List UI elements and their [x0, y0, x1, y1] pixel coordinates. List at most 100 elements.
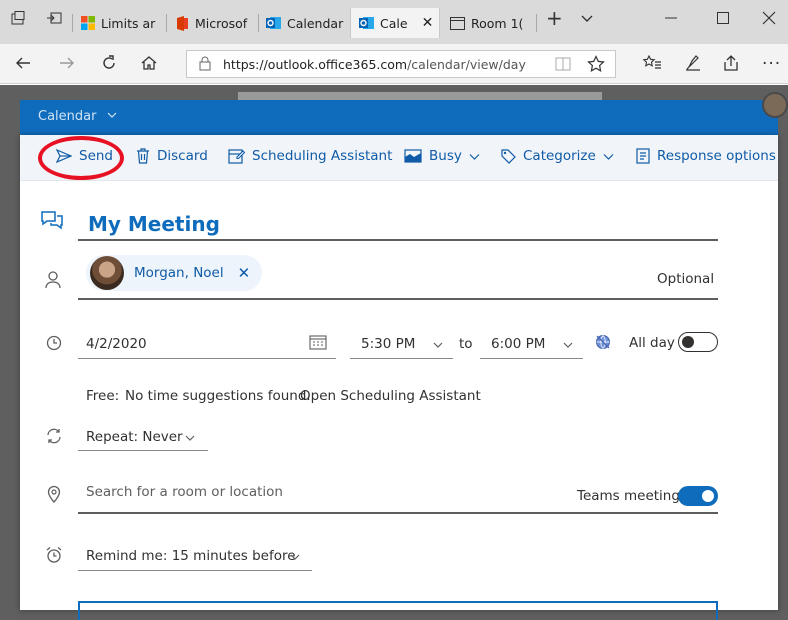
app-title[interactable]: Calendar	[38, 109, 117, 124]
to-label: to	[459, 336, 473, 352]
maximize-icon[interactable]	[716, 10, 730, 29]
new-event-dialog: Send Discard Scheduling Assistant Busy C…	[20, 135, 778, 610]
reminder-dropdown[interactable]: Remind me: 15 minutes before	[86, 548, 296, 564]
backdrop-stripe	[238, 92, 602, 100]
page-icon	[450, 16, 465, 31]
share-icon[interactable]	[722, 54, 740, 77]
refresh-icon[interactable]	[100, 54, 118, 77]
repeat-underline	[78, 450, 208, 451]
address-bar[interactable]: https://outlook.office365.com/calendar/v…	[186, 50, 616, 78]
event-body-editor[interactable]	[78, 601, 718, 620]
reading-view-icon[interactable]	[555, 57, 571, 75]
browser-tab-strip: Limits ar Microsof Calendar Cale ✕ Room …	[0, 0, 788, 44]
tab-label: Room 1(	[471, 15, 524, 31]
start-time-underline	[350, 358, 453, 359]
end-time-dropdown[interactable]: 6:00 PM	[491, 336, 545, 352]
reminder-underline	[78, 570, 312, 571]
app-header: Calendar	[20, 100, 778, 135]
tab-limits[interactable]: Limits ar	[80, 8, 164, 38]
send-label: Send	[79, 148, 114, 164]
attendee-avatar	[90, 256, 124, 290]
tag-icon	[501, 149, 516, 164]
repeat-icon	[45, 428, 63, 448]
favorite-star-icon[interactable]	[587, 55, 605, 77]
microsoft-logo-icon	[80, 16, 95, 31]
event-title-input[interactable]: My Meeting	[88, 212, 220, 236]
open-scheduling-assistant-link[interactable]: Open Scheduling Assistant	[300, 388, 481, 404]
all-day-label: All day	[629, 335, 675, 351]
tab-label: Cale	[380, 15, 408, 31]
outlook-logo-icon	[359, 16, 374, 31]
tab-list-chevron-icon[interactable]	[580, 10, 594, 29]
home-icon[interactable]	[140, 54, 158, 77]
remove-attendee-icon[interactable]: ✕	[238, 264, 251, 282]
chat-bubbles-icon	[40, 210, 64, 234]
clock-icon	[46, 335, 62, 355]
browser-nav-bar: https://outlook.office365.com/calendar/v…	[0, 44, 788, 84]
lock-icon	[199, 56, 211, 75]
title-underline	[78, 239, 718, 241]
send-button[interactable]: Send	[56, 148, 113, 164]
new-tab-button[interactable]: +	[546, 6, 563, 30]
end-time-underline	[480, 358, 583, 359]
discard-label: Discard	[157, 148, 208, 164]
chevron-down-icon	[290, 554, 300, 560]
tab-actions-icon[interactable]	[10, 10, 26, 30]
teams-meeting-toggle[interactable]	[678, 486, 718, 506]
calendar-picker-icon[interactable]	[309, 334, 327, 354]
back-icon[interactable]	[14, 54, 32, 77]
favorites-list-icon[interactable]	[642, 54, 662, 77]
start-date-input[interactable]: 4/2/2020	[86, 336, 147, 352]
tab-label: Microsof	[195, 15, 248, 31]
suggestion-text: No time suggestions found.	[125, 388, 311, 404]
attendees-underline	[78, 298, 718, 300]
time-zone-globe-icon[interactable]	[595, 334, 611, 354]
scheduling-icon	[228, 149, 245, 164]
tab-label: Calendar	[287, 15, 344, 31]
trash-icon	[137, 148, 149, 164]
all-day-toggle[interactable]	[678, 332, 718, 352]
tab-room[interactable]: Room 1(	[450, 8, 534, 38]
categorize-dropdown[interactable]: Categorize	[500, 148, 614, 164]
set-aside-tabs-icon[interactable]	[46, 10, 62, 30]
attendee-name: Morgan, Noel	[134, 265, 224, 281]
url-path: /calendar/view/day	[407, 56, 526, 72]
minimize-icon[interactable]	[664, 10, 678, 29]
busy-dropdown[interactable]: Busy	[404, 148, 480, 164]
location-search-input[interactable]: Search for a room or location	[86, 484, 283, 500]
url-host: https://outlook.office365.com	[223, 56, 408, 72]
scheduling-label: Scheduling Assistant	[252, 148, 393, 164]
response-options-label: Response options	[657, 148, 776, 164]
tab-office[interactable]: Microsof	[174, 8, 254, 38]
command-bar: Send Discard Scheduling Assistant Busy C…	[20, 135, 778, 181]
chevron-down-icon	[433, 342, 443, 348]
tab-label: Limits ar	[101, 15, 156, 31]
pen-notes-icon[interactable]	[684, 54, 702, 77]
more-options-icon[interactable]: ···	[762, 54, 781, 74]
optional-attendees-link[interactable]: Optional	[657, 271, 714, 287]
person-icon	[45, 271, 61, 293]
chevron-down-icon	[563, 342, 573, 348]
repeat-dropdown[interactable]: Repeat: Never	[86, 429, 183, 445]
start-time-dropdown[interactable]: 5:30 PM	[361, 336, 415, 352]
location-underline	[78, 512, 718, 514]
response-options-icon	[636, 148, 650, 164]
forward-icon[interactable]	[58, 54, 76, 77]
date-underline	[78, 358, 336, 359]
send-icon	[56, 149, 72, 163]
tab-calendar[interactable]: Calendar	[266, 8, 346, 38]
attendee-chip[interactable]: Morgan, Noel ✕	[86, 255, 263, 291]
discard-button[interactable]: Discard	[136, 148, 208, 164]
toggle-knob	[702, 490, 714, 502]
close-tab-icon[interactable]: ✕	[422, 15, 434, 31]
response-options-button[interactable]: Response options	[636, 148, 776, 164]
busy-label: Busy	[429, 148, 462, 164]
free-status-label: Free:	[86, 388, 120, 404]
url-text: https://outlook.office365.com/calendar/v…	[223, 57, 526, 72]
account-avatar[interactable]	[762, 92, 788, 118]
chevron-down-icon	[185, 435, 195, 441]
close-window-icon[interactable]	[762, 10, 776, 29]
tab-calendar-active[interactable]: Cale ✕	[350, 8, 440, 38]
alarm-clock-icon	[45, 546, 63, 568]
scheduling-assistant-button[interactable]: Scheduling Assistant	[228, 148, 392, 164]
